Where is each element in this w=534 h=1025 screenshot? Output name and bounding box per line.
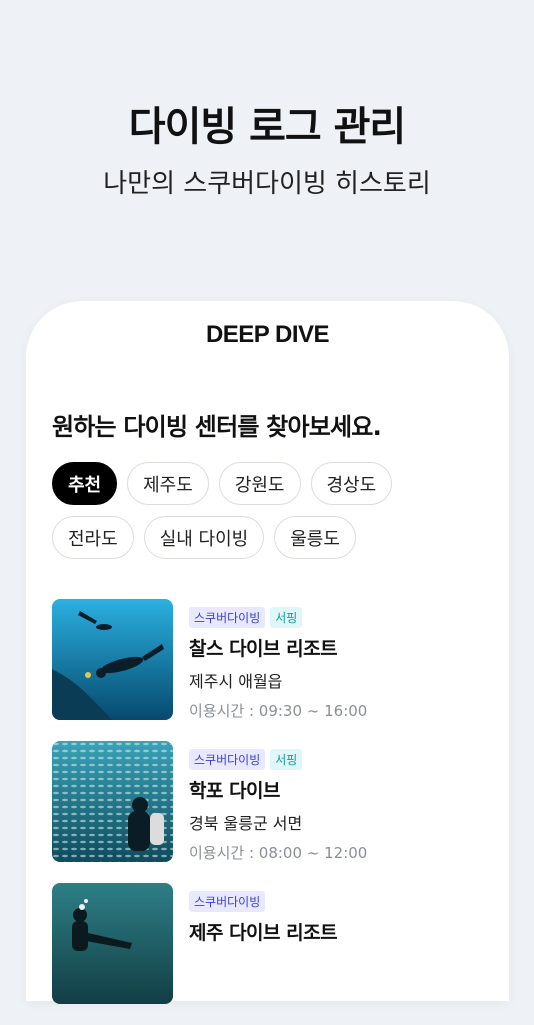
brand-logo: DEEP DIVE (205, 321, 330, 348)
center-hours: 이용시간 : 09:30 ~ 16:00 (189, 702, 368, 720)
chip-gyeongsang[interactable]: 경상도 (310, 462, 393, 505)
tag-surf: 서핑 (270, 749, 303, 770)
center-name: 찰스 다이브 리조트 (189, 638, 338, 660)
chip-jeolla[interactable]: 전라도 (52, 516, 134, 559)
center-card[interactable]: 스쿠버다이빙 서핑 학포 다이브 경북 울릉군 서면 이용시간 : 08:00 … (52, 741, 492, 863)
tag-scuba: 스쿠버다이빙 (189, 749, 266, 770)
center-photo (52, 883, 173, 1004)
center-photo (52, 741, 173, 862)
center-list: 스쿠버다이빙 서핑 찰스 다이브 리조트 제주시 애월읍 이용시간 : 09:3… (52, 599, 492, 1025)
section-heading: 원하는 다이빙 센터를 찾아보세요. (52, 413, 382, 441)
chip-jeju[interactable]: 제주도 (127, 462, 209, 505)
tag-scuba: 스쿠버다이빙 (189, 891, 266, 912)
chip-recommended[interactable]: 추천 (52, 462, 118, 505)
center-card[interactable]: 스쿠버다이빙 제주 다이브 리조트 (52, 883, 492, 1005)
center-hours: 이용시간 : 08:00 ~ 12:00 (189, 844, 368, 862)
chip-ulleung[interactable]: 울릉도 (274, 516, 356, 559)
chip-gangwon[interactable]: 강원도 (218, 462, 301, 505)
center-address: 경북 울릉군 서면 (189, 814, 303, 833)
tag-surf: 서핑 (270, 607, 303, 628)
app-screen: DEEP DIVE 원하는 다이빙 센터를 찾아보세요. 추천 제주도 강원도 … (26, 301, 509, 1004)
center-photo (52, 599, 173, 720)
tag-scuba: 스쿠버다이빙 (189, 607, 266, 628)
chip-indoor-diving[interactable]: 실내 다이빙 (143, 516, 265, 559)
region-filter: 추천 제주도 강원도 경상도 전라도 실내 다이빙 울릉도 (52, 462, 492, 570)
center-address: 제주시 애월읍 (189, 672, 283, 691)
hero-title: 다이빙 로그 관리 (128, 104, 406, 150)
center-name: 제주 다이브 리조트 (189, 922, 338, 944)
center-card[interactable]: 스쿠버다이빙 서핑 찰스 다이브 리조트 제주시 애월읍 이용시간 : 09:3… (52, 599, 492, 721)
hero-subtitle: 나만의 스쿠버다이빙 히스토리 (103, 169, 431, 199)
center-name: 학포 다이브 (189, 780, 281, 802)
